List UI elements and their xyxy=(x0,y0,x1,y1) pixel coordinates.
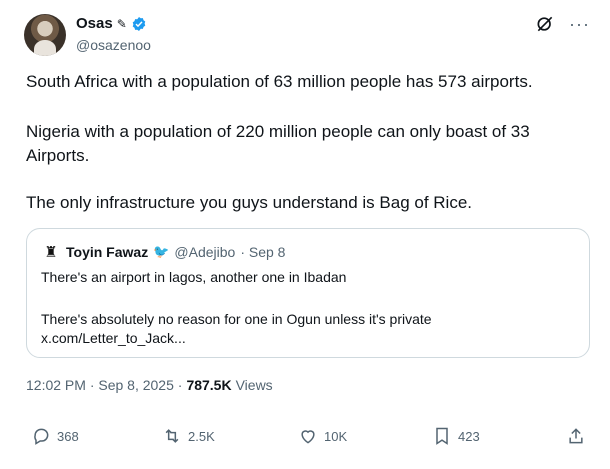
tweet-timestamp[interactable]: 12:02 PM · Sep 8, 2025 · xyxy=(26,377,182,393)
bookmark-icon xyxy=(436,427,448,445)
bookmark-count: 423 xyxy=(458,428,480,444)
reply-icon xyxy=(34,428,49,445)
quoted-author-handle[interactable]: @Adejibo xyxy=(174,244,235,260)
repost-icon xyxy=(165,429,179,443)
action-bar: 368 2.5K 10K 423 xyxy=(26,426,592,452)
tweet-meta: 12:02 PM · Sep 8, 2025 · 787.5K Views xyxy=(26,377,273,393)
author-handle[interactable]: @osazenoo xyxy=(76,37,151,53)
verified-badge-icon xyxy=(132,16,146,31)
avatar[interactable] xyxy=(24,14,66,56)
share-icon xyxy=(569,428,583,444)
tweet-paragraph: The only infrastructure you guys underst… xyxy=(26,193,473,212)
repost-button[interactable]: 2.5K xyxy=(162,426,215,446)
like-button[interactable]: 10K xyxy=(298,426,347,446)
quoted-avatar[interactable]: ♜ xyxy=(41,242,61,262)
like-icon xyxy=(301,430,315,444)
tweet-paragraph: Nigeria with a population of 220 million… xyxy=(26,122,530,165)
reply-button[interactable]: 368 xyxy=(31,426,79,446)
bird-icon: 🐦 xyxy=(153,244,170,259)
like-count: 10K xyxy=(324,428,348,444)
grok-icon[interactable] xyxy=(535,14,555,34)
bookmark-button[interactable]: 423 xyxy=(432,426,480,446)
quoted-text-line: There's an airport in lagos, another one… xyxy=(41,269,347,285)
quoted-tweet-header: ♜ Toyin Fawaz 🐦 @Adejibo · Sep 8 xyxy=(41,242,285,262)
author-badge-glyph: ✎ xyxy=(116,16,127,31)
views-count: 787.5K xyxy=(186,377,232,393)
more-icon[interactable]: ··· xyxy=(569,15,590,33)
quoted-date[interactable]: · Sep 8 xyxy=(240,244,285,260)
tweet-paragraph: South Africa with a population of 63 mil… xyxy=(26,72,533,91)
reply-count: 368 xyxy=(57,428,79,444)
share-button[interactable] xyxy=(566,426,586,446)
top-icons: ··· xyxy=(535,14,590,34)
quoted-tweet[interactable]: ♜ Toyin Fawaz 🐦 @Adejibo · Sep 8 There's… xyxy=(26,228,590,358)
views-label: Views xyxy=(235,377,273,393)
repost-count: 2.5K xyxy=(188,428,215,444)
quoted-author-name[interactable]: Toyin Fawaz xyxy=(66,244,148,260)
quoted-text-line: There's absolutely no reason for one in … xyxy=(41,311,432,327)
tweet: Osas ✎ @osazenoo ··· South Africa with a… xyxy=(0,0,610,469)
author-name-row: Osas ✎ xyxy=(76,15,147,32)
author-display-name[interactable]: Osas xyxy=(76,15,113,32)
quoted-link[interactable]: x.com/Letter_to_Jack... xyxy=(41,329,186,347)
